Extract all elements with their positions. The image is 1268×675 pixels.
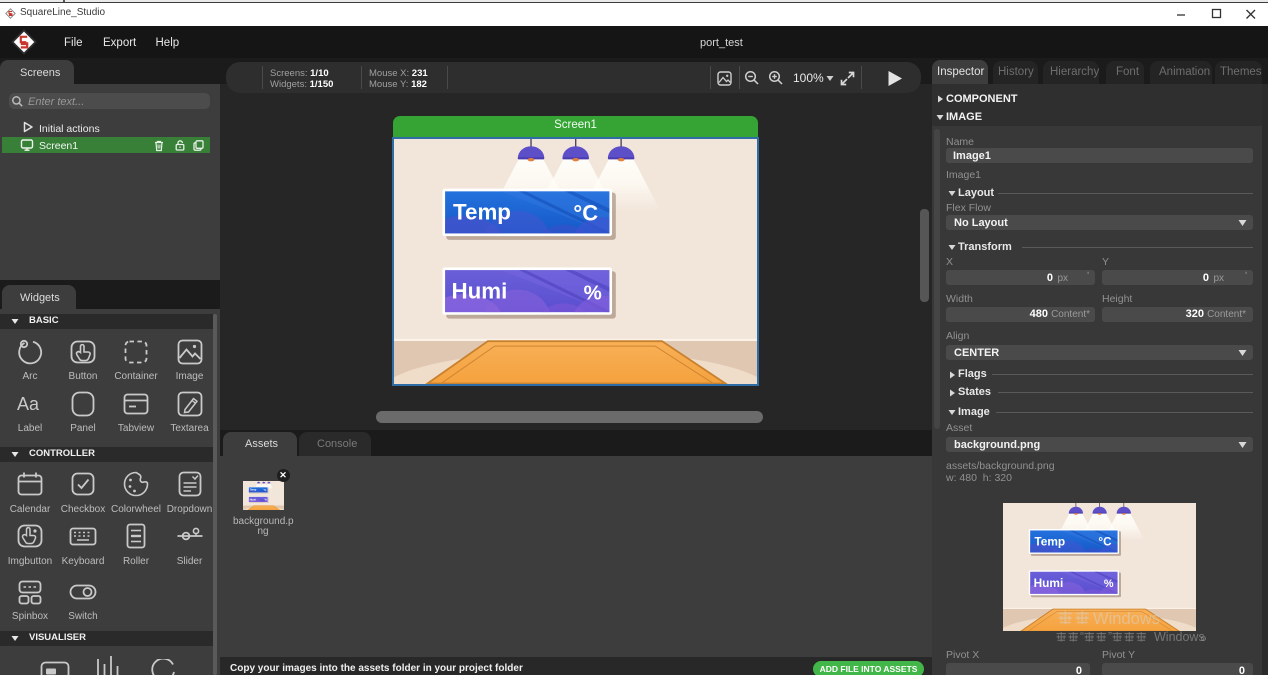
svg-text:Windows: Windows [1093,610,1160,628]
svg-text:Aa: Aa [17,394,40,414]
svg-text:Windows: Windows [1154,630,1205,644]
svg-text:”: ” [1108,630,1112,644]
svg-text:“: “ [1080,630,1084,644]
